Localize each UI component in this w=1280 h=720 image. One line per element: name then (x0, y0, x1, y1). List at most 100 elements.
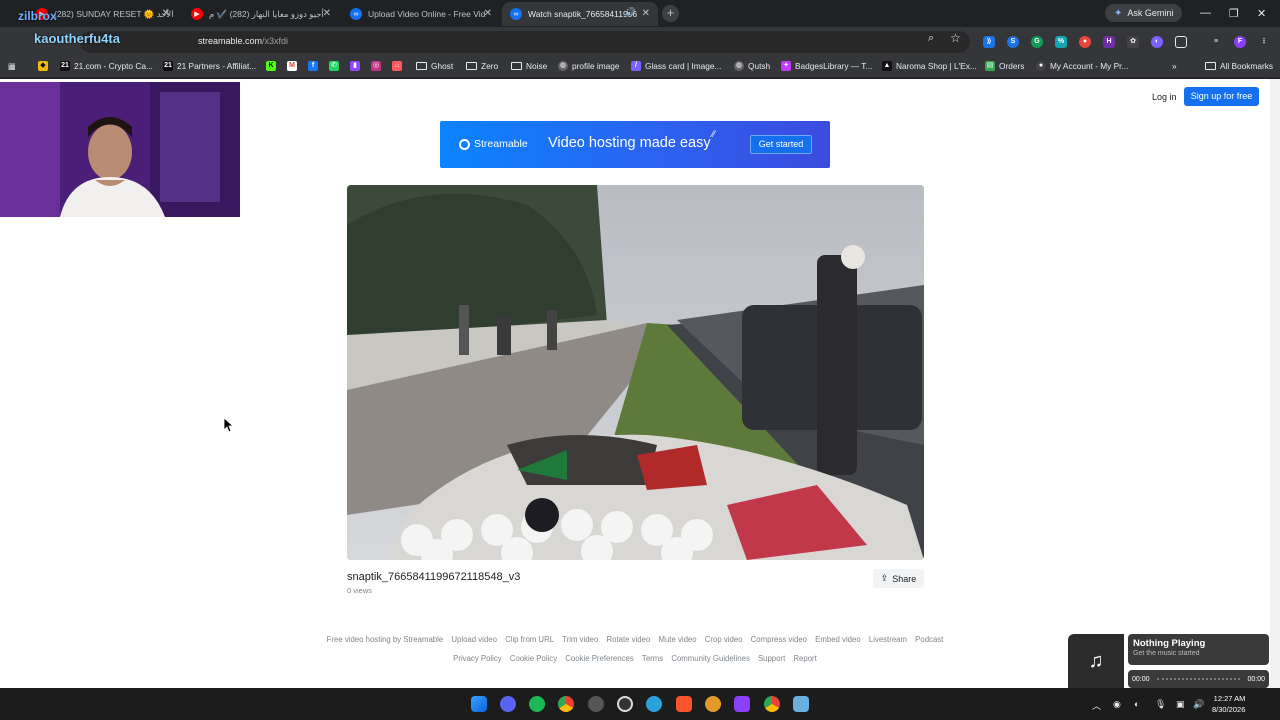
footer-link[interactable]: Compress video (751, 635, 807, 644)
apps-grid-icon[interactable]: ▦ (8, 61, 16, 71)
discord-icon[interactable] (500, 696, 516, 712)
footer-link[interactable]: Clip from URL (505, 635, 554, 644)
tab-search-icon[interactable]: ≡ (1210, 36, 1222, 48)
footer-link[interactable]: Terms (642, 654, 663, 663)
system-clock[interactable]: 12:27 AM 8/30/2026 (1212, 693, 1245, 715)
app-icon[interactable]: ⌂ (392, 61, 402, 71)
spotify-icon[interactable] (529, 696, 545, 712)
bookmark-folder[interactable]: Zero (466, 61, 498, 71)
telegram-icon[interactable] (646, 696, 662, 712)
minimize-icon[interactable]: — (1200, 7, 1211, 19)
bookmark-item[interactable]: ▲ Naroma Shop | L'Ex... (882, 61, 977, 71)
whatsapp-icon[interactable]: ✆ (329, 61, 339, 71)
twitch-icon[interactable]: ▮ (350, 61, 360, 71)
app-icon[interactable] (705, 696, 721, 712)
chrome-icon[interactable] (764, 696, 780, 712)
app-icon[interactable] (734, 696, 750, 712)
signup-button[interactable]: Sign up for free (1184, 87, 1259, 106)
tab-watch-snaptik[interactable]: ∞ Watch snaptik_76658411996 🔊 ✕ (502, 2, 658, 26)
speaker-icon[interactable]: 🔊 (625, 7, 636, 18)
extension-icon[interactable]: H (1103, 36, 1115, 48)
bookmark-star-icon[interactable]: ☆ (950, 31, 961, 45)
instagram-icon[interactable]: ◎ (371, 61, 381, 71)
zoom-icon[interactable]: ⌕ (928, 32, 934, 45)
brave-icon[interactable] (676, 696, 692, 712)
media-progress-track[interactable] (1156, 678, 1241, 680)
footer-link[interactable]: Crop video (705, 635, 743, 644)
tray-overflow-icon[interactable]: ︿ (1092, 699, 1101, 712)
footer-link[interactable]: Podcast (915, 635, 943, 644)
close-window-icon[interactable]: ✕ (1257, 7, 1266, 20)
menu-kebab-icon[interactable]: ⋮ (1258, 36, 1270, 48)
extension-icon[interactable]: % (1055, 36, 1067, 48)
address-bar[interactable]: streamable.com/x3xfdi (80, 31, 970, 53)
page-scrollbar[interactable] (1270, 79, 1280, 688)
tab-upload-video[interactable]: ∞ Upload Video Online - Free Vid ✕ (342, 2, 500, 26)
bookmark-folder[interactable]: Ghost (416, 61, 453, 71)
close-icon[interactable]: ✕ (162, 8, 170, 19)
close-icon[interactable]: ✕ (484, 8, 492, 19)
footer-link[interactable]: Cookie Preferences (565, 654, 633, 663)
url-text[interactable]: streamable.com/x3xfdi (198, 36, 288, 46)
wifi-icon[interactable]: ▣ (1176, 699, 1185, 710)
login-link[interactable]: Log in (1152, 92, 1177, 102)
app-icon[interactable] (793, 696, 809, 712)
media-progress[interactable]: 00:00 00:00 (1128, 670, 1269, 688)
extension-icon[interactable]: ◐ (1151, 36, 1163, 48)
extension-icon[interactable]: ● (1079, 36, 1091, 48)
tray-icon[interactable]: ◐ (1134, 699, 1139, 709)
bookmark-item[interactable]: ✦ BadgesLibrary — T... (781, 61, 872, 71)
close-icon[interactable]: ✕ (323, 8, 331, 19)
footer-link[interactable]: Support (758, 654, 785, 663)
footer-link[interactable]: Livestream (869, 635, 907, 644)
share-button[interactable]: ⇪ Share (873, 569, 924, 588)
bookmark-label: Glass card | Image... (645, 61, 722, 71)
app-icon[interactable] (617, 696, 633, 712)
microphone-icon[interactable]: 🎙 (1155, 699, 1166, 710)
footer-link[interactable]: Upload video (451, 635, 497, 644)
bookmark-item[interactable]: ▤ Orders (985, 61, 1024, 71)
bookmark-item[interactable]: ◍ profile image (558, 61, 620, 71)
windows-start-icon[interactable] (471, 696, 487, 712)
footer-link[interactable]: Rotate video (607, 635, 651, 644)
volume-icon[interactable]: 🔊 (1193, 699, 1204, 710)
discord-tray-icon[interactable]: ◉ (1113, 699, 1121, 710)
footer-link[interactable]: Cookie Policy (510, 654, 557, 663)
close-icon[interactable]: ✕ (642, 8, 650, 19)
extensions-puzzle-icon[interactable] (1175, 36, 1187, 48)
binance-icon[interactable]: ◆ (38, 61, 48, 71)
footer-link[interactable]: Embed video (815, 635, 861, 644)
bookmark-item[interactable]: / Glass card | Image... (631, 61, 721, 71)
ask-gemini-button[interactable]: ✦ Ask Gemini (1105, 4, 1183, 22)
bookmark-folder[interactable]: Noise (511, 61, 547, 71)
footer-link[interactable]: Trim video (562, 635, 598, 644)
kick-icon[interactable]: K (266, 61, 276, 71)
footer-link[interactable]: Community Guidelines (671, 654, 749, 663)
video-player[interactable] (347, 185, 924, 560)
obs-icon[interactable] (588, 696, 604, 712)
streamable-ad-banner[interactable]: Streamable Video hosting made easy ⁄⁄ Ge… (440, 121, 830, 168)
footer-link[interactable]: Privacy Policy (453, 654, 502, 663)
bookmark-item[interactable]: ● My Account - My Pr... (1036, 61, 1128, 71)
extension-icon[interactable]: G (1031, 36, 1043, 48)
bookmark-item[interactable]: ◍ Qutsh (734, 61, 770, 71)
footer-link[interactable]: Mute video (658, 635, 696, 644)
all-bookmarks[interactable]: All Bookmarks (1205, 61, 1273, 71)
restore-icon[interactable]: ❐ (1229, 7, 1239, 20)
profile-avatar-icon[interactable]: F (1234, 36, 1246, 48)
bookmark-item[interactable]: 21 21.com - Crypto Ca... (60, 61, 153, 71)
extension-icon[interactable]: ⟫ (983, 36, 995, 48)
extension-icon[interactable]: S (1007, 36, 1019, 48)
tab-arabic-video[interactable]: ▶ أجيو دوزو معايا النهار (282) ✔️ م ✕ (183, 2, 339, 26)
footer-link[interactable]: Report (793, 654, 816, 663)
bookmarks-overflow-icon[interactable]: » (1172, 61, 1177, 71)
facebook-icon[interactable]: f (308, 61, 318, 71)
get-started-button[interactable]: Get started (750, 135, 812, 154)
gmail-icon[interactable]: M (287, 61, 297, 71)
new-tab-button[interactable]: + (662, 5, 679, 22)
footer-link[interactable]: Free video hosting by Streamable (327, 635, 444, 644)
music-note-icon[interactable]: ♫ (1068, 634, 1124, 688)
chrome-icon[interactable] (558, 696, 574, 712)
extension-icon[interactable]: ✿ (1127, 36, 1139, 48)
bookmark-item[interactable]: 21 21 Partners - Affiliat... (163, 61, 256, 71)
